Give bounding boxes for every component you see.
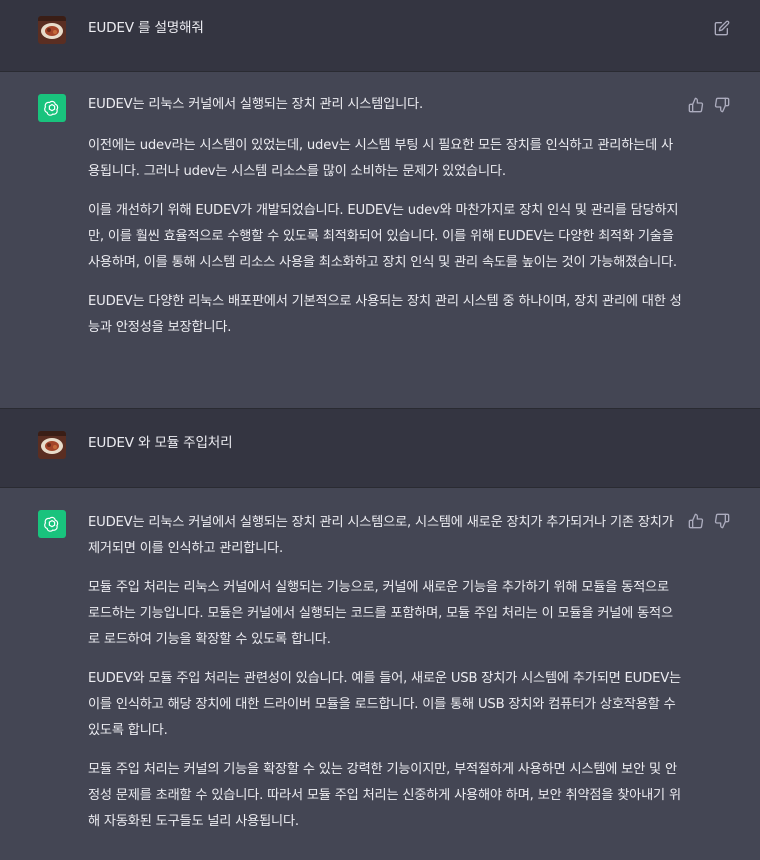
assistant-message-body: EUDEV는 리눅스 커널에서 실행되는 장치 관리 시스템으로, 시스템에 새… (88, 510, 684, 848)
assistant-message-body: EUDEV는 리눅스 커널에서 실행되는 장치 관리 시스템입니다. 이전에는 … (88, 94, 684, 354)
thumbs-up-icon[interactable] (688, 97, 704, 113)
user-avatar (38, 16, 66, 44)
user-message: EUDEV 와 모듈 주입처리 (0, 409, 760, 488)
message-paragraph: 모듈 주입 처리는 리눅스 커널에서 실행되는 기능으로, 커널에 새로운 기능… (88, 580, 673, 647)
message-paragraph: 모듈 주입 처리는 커널의 기능을 확장할 수 있는 강력한 기능이지만, 부적… (88, 762, 681, 829)
message-paragraph: EUDEV와 모듈 주입 처리는 관련성이 있습니다. 예를 들어, 새로운 U… (88, 671, 681, 738)
message-paragraph: EUDEV는 리눅스 커널에서 실행되는 장치 관리 시스템으로, 시스템에 새… (88, 515, 674, 556)
user-message-text: EUDEV 와 모듈 주입처리 (88, 435, 233, 451)
user-avatar (38, 431, 66, 459)
openai-logo-icon (38, 94, 66, 122)
assistant-message-actions (688, 97, 730, 113)
thumbs-up-icon[interactable] (688, 513, 704, 529)
user-message-text: EUDEV 를 설명해줘 (88, 20, 204, 36)
user-message: EUDEV 를 설명해줘 (0, 0, 760, 72)
thumbs-down-icon[interactable] (714, 513, 730, 529)
assistant-message: EUDEV는 리눅스 커널에서 실행되는 장치 관리 시스템입니다. 이전에는 … (0, 72, 760, 409)
assistant-message: EUDEV는 리눅스 커널에서 실행되는 장치 관리 시스템으로, 시스템에 새… (0, 488, 760, 860)
message-paragraph: EUDEV는 다양한 리눅스 배포판에서 기본적으로 사용되는 장치 관리 시스… (88, 294, 682, 335)
openai-logo-icon (38, 510, 66, 538)
message-paragraph: 이전에는 udev라는 시스템이 있었는데, udev는 시스템 부팅 시 필요… (88, 138, 673, 179)
thumbs-down-icon[interactable] (714, 97, 730, 113)
message-paragraph: EUDEV는 리눅스 커널에서 실행되는 장치 관리 시스템입니다. (88, 97, 423, 112)
message-paragraph: 이를 개선하기 위해 EUDEV가 개발되었습니다. EUDEV는 udev와 … (88, 203, 679, 270)
assistant-message-actions (688, 513, 730, 529)
edit-icon[interactable] (714, 20, 730, 36)
user-message-actions (714, 20, 730, 36)
